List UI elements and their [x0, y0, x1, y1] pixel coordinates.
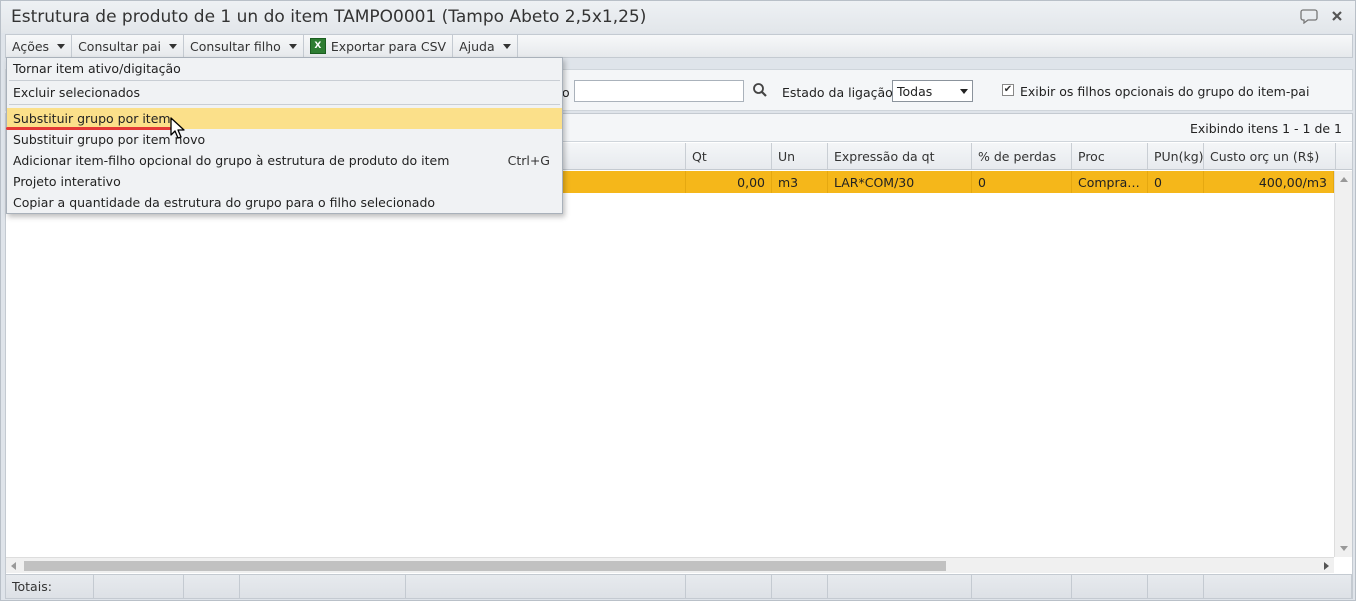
- column-header-perdas[interactable]: % de perdas: [972, 143, 1072, 169]
- cell-un: m3: [772, 171, 828, 193]
- close-icon[interactable]: [1327, 7, 1347, 25]
- acoes-label: Ações: [12, 38, 50, 54]
- horizontal-scroll-thumb[interactable]: [24, 561, 946, 571]
- column-header-proc[interactable]: Proc: [1072, 143, 1148, 169]
- menu-item-label: Tornar item ativo/digitação: [13, 61, 181, 76]
- cell-perdas: 0: [972, 171, 1072, 193]
- menu-item-excluir[interactable]: Excluir selecionados: [7, 82, 562, 103]
- totals-cell: [772, 575, 828, 598]
- consultar-filho-button[interactable]: Consultar filho: [184, 35, 304, 57]
- totals-cell: [1072, 575, 1148, 598]
- menu-item-substituir-grupo-novo[interactable]: Substituir grupo por item novo: [7, 129, 562, 150]
- menu-item-label: Substituir grupo por item: [13, 111, 171, 126]
- estado-ligacao-select[interactable]: Todas: [892, 80, 973, 102]
- acoes-menu-button[interactable]: Ações: [6, 35, 73, 57]
- consultar-filho-label: Consultar filho: [190, 38, 281, 54]
- search-input[interactable]: [574, 80, 744, 102]
- paging-status: Exibindo itens 1 - 1 de 1: [1189, 121, 1342, 136]
- title-bar: Estrutura de produto de 1 un do item TAM…: [1, 1, 1355, 33]
- exibir-filhos-checkbox[interactable]: ✔: [1002, 84, 1014, 96]
- scroll-down-icon[interactable]: [1340, 546, 1348, 551]
- scroll-right-icon[interactable]: [1324, 562, 1329, 570]
- column-header-un[interactable]: Un: [772, 143, 828, 169]
- toolbar: Ações Consultar pai Consultar filho X Ex…: [5, 34, 1353, 58]
- cell-proc: Compra…: [1072, 171, 1148, 193]
- menu-item-adicionar-filho-opcional[interactable]: Adicionar item-filho opcional do grupo à…: [7, 150, 562, 171]
- cell-expressao: LAR*COM/30: [828, 171, 972, 193]
- cell-custo: 400,00/m3: [1204, 171, 1334, 193]
- vertical-scrollbar[interactable]: [1334, 171, 1352, 557]
- ajuda-label: Ajuda: [459, 38, 495, 54]
- menu-item-shortcut: Ctrl+G: [507, 153, 550, 168]
- search-icon[interactable]: [752, 82, 768, 98]
- cell-pun: 0: [1148, 171, 1204, 193]
- consultar-pai-label: Consultar pai: [78, 38, 162, 54]
- mouse-cursor-icon: [169, 117, 187, 141]
- menu-item-label: Projeto interativo: [13, 174, 121, 189]
- menu-item-label: Copiar a quantidade da estrutura do grup…: [13, 195, 436, 210]
- acoes-dropdown-menu: Tornar item ativo/digitação Excluir sele…: [6, 57, 563, 214]
- chevron-down-icon: [169, 43, 178, 49]
- consultar-pai-button[interactable]: Consultar pai: [72, 35, 185, 57]
- chevron-down-icon: [502, 43, 511, 49]
- totals-cell: [240, 575, 406, 598]
- window-title: Estrutura de produto de 1 un do item TAM…: [11, 7, 647, 27]
- totals-cell: [406, 575, 686, 598]
- column-header-qt[interactable]: Qt: [686, 143, 772, 169]
- chat-icon[interactable]: [1299, 7, 1319, 25]
- totals-cell: [1204, 575, 1352, 598]
- column-header-pun[interactable]: PUn(kg): [1148, 143, 1204, 169]
- totals-label: Totais:: [6, 575, 94, 598]
- chevron-down-icon: [57, 43, 66, 49]
- exibir-filhos-label: Exibir os filhos opcionais do grupo do i…: [1020, 84, 1310, 99]
- totals-cell: [828, 575, 972, 598]
- menu-item-label: Adicionar item-filho opcional do grupo à…: [13, 153, 450, 168]
- menu-item-substituir-grupo[interactable]: Substituir grupo por item: [7, 108, 562, 129]
- cell-qt: 0,00: [686, 171, 772, 193]
- exportar-csv-button[interactable]: X Exportar para CSV: [304, 35, 454, 57]
- scroll-up-icon[interactable]: [1340, 177, 1348, 182]
- totals-row: Totais:: [6, 574, 1352, 598]
- excel-icon: X: [309, 38, 326, 54]
- chevron-down-icon: [960, 88, 968, 94]
- dialog-window: Estrutura de produto de 1 un do item TAM…: [0, 0, 1356, 601]
- menu-item-label: Excluir selecionados: [13, 85, 140, 100]
- menu-item-copiar-quantidade[interactable]: Copiar a quantidade da estrutura do grup…: [7, 192, 562, 213]
- estado-ligacao-label: Estado da ligação: [782, 85, 893, 100]
- menu-item-projeto-interativo[interactable]: Projeto interativo: [7, 171, 562, 192]
- annotation-underline: [6, 127, 171, 130]
- scroll-left-icon[interactable]: [11, 562, 16, 570]
- totals-cell: [1148, 575, 1204, 598]
- column-header-custo[interactable]: Custo orç un (R$): [1204, 143, 1336, 169]
- totals-cell: [972, 575, 1072, 598]
- totals-cell: [184, 575, 240, 598]
- menu-separator: [9, 104, 560, 105]
- menu-item-tornar-ativo[interactable]: Tornar item ativo/digitação: [7, 58, 562, 79]
- title-icons: [1299, 7, 1347, 25]
- totals-cell: [94, 575, 184, 598]
- ajuda-menu-button[interactable]: Ajuda: [453, 35, 518, 57]
- horizontal-scrollbar[interactable]: [6, 557, 1334, 573]
- column-header-expressao[interactable]: Expressão da qt: [828, 143, 972, 169]
- menu-separator: [9, 80, 560, 81]
- clipped-filter-label: o: [562, 85, 570, 100]
- chevron-down-icon: [288, 43, 297, 49]
- exportar-csv-label: Exportar para CSV: [330, 38, 447, 54]
- totals-cell: [686, 575, 772, 598]
- estado-ligacao-value: Todas: [897, 83, 933, 99]
